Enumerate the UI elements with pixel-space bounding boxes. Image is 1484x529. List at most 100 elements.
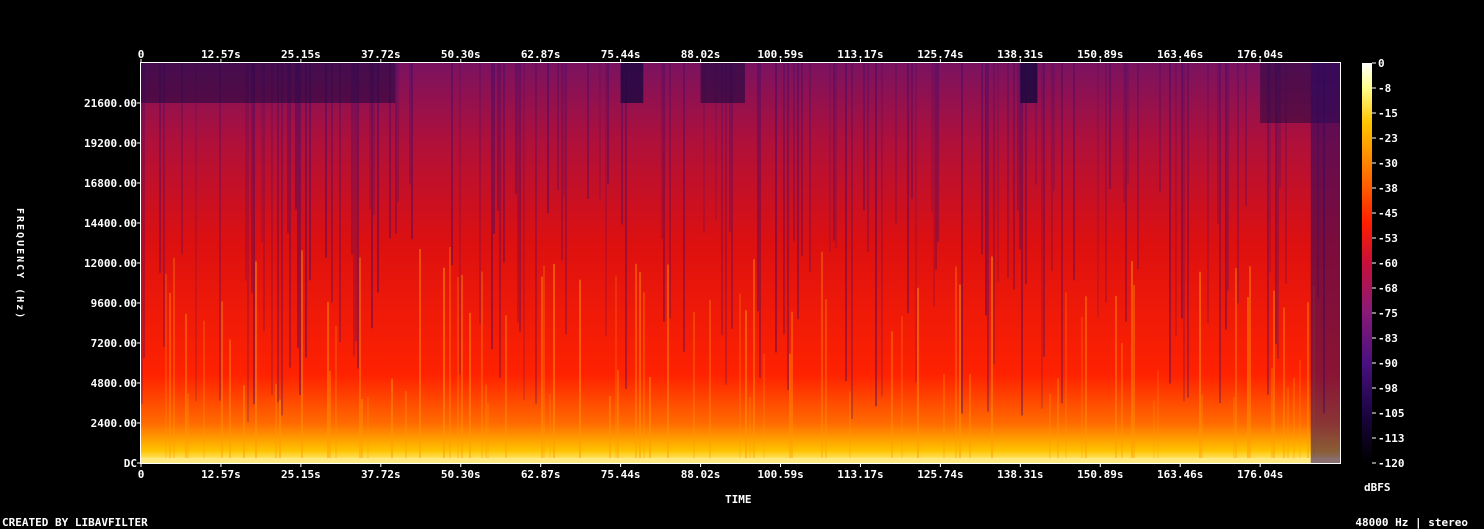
colorbar-tick-label: -30 xyxy=(1378,157,1398,170)
colorbar-tick-label: -8 xyxy=(1378,82,1391,95)
texture-dark-column xyxy=(931,63,933,213)
x-tick-label-top: 113.17s xyxy=(837,48,883,61)
texture-bright-column xyxy=(1273,290,1275,463)
texture-bright-column xyxy=(391,378,393,463)
texture-dark-column xyxy=(519,63,521,332)
texture-dark-column xyxy=(759,63,761,378)
texture-dark-column xyxy=(1123,63,1125,203)
texture-dark-column xyxy=(143,63,145,359)
texture-bright-column xyxy=(1287,387,1289,463)
texture-dark-column xyxy=(1051,63,1053,271)
texture-dark-column xyxy=(1061,63,1063,404)
texture-bright-column xyxy=(229,339,231,463)
texture-bright-column xyxy=(1131,261,1133,463)
texture-bright-column xyxy=(609,395,611,463)
texture-dark-column xyxy=(297,63,299,349)
texture-dark-column xyxy=(835,63,837,249)
colorbar-tick-label: -75 xyxy=(1378,307,1398,320)
texture-dark-column xyxy=(1125,63,1127,322)
texture-dark-column xyxy=(875,63,877,407)
x-tick-label-bottom: 150.89s xyxy=(1077,468,1123,481)
texture-bright-column xyxy=(955,266,957,463)
x-tick-label-top: 138.31s xyxy=(997,48,1043,61)
texture-bright-column xyxy=(959,284,961,463)
texture-dark-column xyxy=(981,63,983,255)
texture-dark-column xyxy=(605,63,607,337)
texture-dark-column xyxy=(669,63,671,318)
texture-dark-column xyxy=(253,63,255,405)
x-tick-label-bottom: 88.02s xyxy=(681,468,721,481)
texture-bright-column xyxy=(849,391,851,463)
colorbar-tick-label: -15 xyxy=(1378,107,1398,120)
texture-dark-column xyxy=(1187,63,1189,398)
texture-dark-column xyxy=(625,63,627,389)
texture-dark-column xyxy=(1021,63,1023,416)
texture-dark-column xyxy=(409,63,411,185)
texture-bright-column xyxy=(635,263,637,463)
texture-bright-column xyxy=(173,257,175,463)
texture-dark-column xyxy=(263,63,265,332)
x-tick-label-top: 62.87s xyxy=(521,48,561,61)
colorbar-tick-label: -90 xyxy=(1378,357,1398,370)
texture-dark-column xyxy=(599,63,601,199)
y-tick-label: 14400.00 xyxy=(84,217,137,230)
texture-bright-column xyxy=(579,279,581,463)
texture-dark-column xyxy=(411,63,413,240)
x-tick-label-top: 176.04s xyxy=(1237,48,1283,61)
texture-dark-column xyxy=(563,63,565,197)
texture-bright-column xyxy=(917,287,919,463)
texture-dark-column xyxy=(787,63,789,391)
x-tick-label-top: 163.46s xyxy=(1157,48,1203,61)
x-tick-label-top: 25.15s xyxy=(281,48,321,61)
x-axis-label: TIME xyxy=(725,493,752,506)
texture-bright-column xyxy=(255,261,257,463)
colorbar-gradient xyxy=(1362,63,1372,463)
texture-bright-column xyxy=(1249,266,1251,463)
x-tick-label-bottom: 100.59s xyxy=(757,468,803,481)
texture-bright-column xyxy=(891,331,893,463)
texture-bright-column xyxy=(1049,393,1051,463)
texture-dark-column xyxy=(459,63,461,375)
texture-dark-column xyxy=(339,63,341,343)
texture-bright-column xyxy=(1199,271,1201,463)
texture-bright-column xyxy=(969,373,971,463)
texture-dark-column xyxy=(801,63,803,257)
texture-dark-column xyxy=(987,63,989,412)
texture-bright-column xyxy=(203,320,205,463)
texture-dark-column xyxy=(277,63,279,403)
texture-bright-column xyxy=(789,353,791,463)
y-tick-label: 19200.00 xyxy=(84,137,137,150)
colorbar-tick-label: -105 xyxy=(1378,407,1405,420)
texture-bright-column xyxy=(485,384,487,463)
texture-bright-column xyxy=(1293,377,1295,463)
texture-dark-column xyxy=(1237,63,1239,304)
texture-bright-column xyxy=(367,397,369,463)
texture-dark-column xyxy=(1105,63,1107,303)
spectrogram-dark-band xyxy=(700,63,745,103)
texture-dark-column xyxy=(1159,63,1161,193)
texture-dark-column xyxy=(937,63,939,242)
texture-dark-column xyxy=(299,63,301,395)
spectrogram-chart: 0 0 12.57s 12.57s 25.15s 25.15s 37.72s 37.72s 50… xyxy=(84,48,1405,481)
texture-dark-column xyxy=(1041,63,1043,409)
texture-bright-column xyxy=(549,393,551,463)
texture-dark-column xyxy=(725,63,727,385)
texture-dark-column xyxy=(775,63,777,353)
x-tick-label-top: 150.89s xyxy=(1077,48,1123,61)
footer-format: 48000 Hz | stereo xyxy=(1355,516,1468,529)
texture-bright-column xyxy=(1085,296,1087,463)
texture-dark-column xyxy=(1137,63,1139,270)
texture-bright-column xyxy=(1307,302,1309,463)
texture-bright-column xyxy=(1283,307,1285,463)
texture-dark-column xyxy=(1175,63,1177,337)
x-tick-label-bottom: 138.31s xyxy=(997,468,1043,481)
texture-dark-column xyxy=(491,63,493,350)
texture-dark-column xyxy=(451,63,453,266)
texture-bright-column xyxy=(821,251,823,463)
texture-dark-column xyxy=(985,63,987,316)
texture-bright-column xyxy=(1153,400,1155,463)
x-tick-label-bottom: 113.17s xyxy=(837,468,883,481)
texture-bright-column xyxy=(753,259,755,463)
texture-dark-column xyxy=(881,63,883,397)
texture-bright-column xyxy=(361,398,363,463)
